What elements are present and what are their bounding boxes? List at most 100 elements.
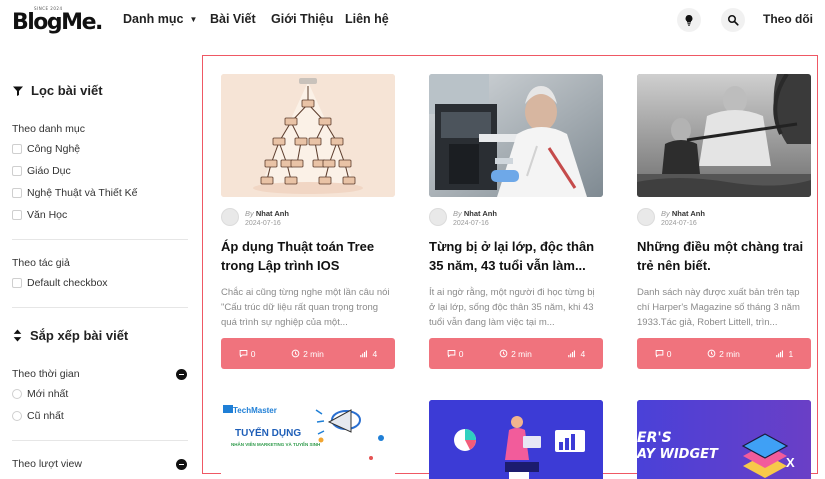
theme-toggle-button[interactable]: [677, 8, 701, 32]
sort-title: Sắp xếp bài viết: [12, 328, 128, 343]
collapse-minus-icon[interactable]: [176, 459, 187, 470]
category-label: Theo danh mục: [12, 123, 85, 135]
analytics-illustration: [429, 400, 603, 479]
recruitment-banner: TechMaster TUYỂN DỤNG NHÂN VIÊN MARKETIN…: [221, 400, 395, 479]
radio-button[interactable]: [12, 389, 22, 399]
post-byline: By Nhat Anh: [245, 209, 289, 218]
byline-prefix: By: [453, 209, 462, 218]
author-label: Theo tác giả: [12, 257, 70, 269]
widget-banner: ER'S AY WIDGET: [637, 400, 811, 479]
view-count-value: 4: [580, 348, 586, 359]
view-count: 4: [567, 349, 585, 359]
comment-count-value: 0: [250, 348, 256, 359]
checkbox-label: Default checkbox: [27, 277, 108, 289]
filter-icon: [12, 85, 24, 97]
lightbulb-icon: [685, 15, 693, 26]
chevron-down-icon: ▼: [189, 15, 198, 24]
comment-icon: [239, 350, 248, 358]
post-excerpt: Ít ai ngờ rằng, một người đi học từng bị…: [429, 287, 595, 328]
time-label: Theo thời gian: [12, 368, 80, 380]
banner-subheading: NHÂN VIÊN MARKETING VÀ TUYỂN SINH: [231, 440, 320, 447]
author-avatar[interactable]: [429, 208, 447, 226]
read-time: 2 min: [291, 349, 324, 359]
category-checkbox[interactable]: Giáo Dục: [12, 165, 71, 177]
signal-bars-icon: [568, 350, 576, 358]
filter-title-text: Lọc bài viết: [31, 83, 103, 98]
post-title[interactable]: Từng bị ở lại lớp, độc thân 35 năm, 43 t…: [429, 237, 603, 275]
view-count-value: 1: [788, 348, 794, 359]
time-radio[interactable]: Cũ nhất: [12, 410, 64, 422]
comment-count: 0: [447, 349, 464, 359]
nav-item-categories[interactable]: Danh mục ▼: [123, 12, 197, 26]
post-thumbnail[interactable]: [221, 74, 395, 197]
logo-text: BlogMe.: [12, 10, 103, 35]
nav-item-label: Liên hệ: [345, 12, 389, 26]
nav-item-about[interactable]: Giới Thiệu: [271, 12, 333, 26]
post-thumbnail[interactable]: [637, 74, 811, 197]
comment-icon: [447, 350, 456, 358]
post-excerpt: Chắc ai cũng từng nghe một lần câu nói "…: [221, 287, 390, 328]
author-name[interactable]: Nhat Anh: [672, 209, 705, 218]
post-thumbnail[interactable]: [429, 74, 603, 197]
author-avatar[interactable]: [221, 208, 239, 226]
read-time-value: 2 min: [303, 348, 324, 359]
checkbox[interactable]: [12, 210, 22, 220]
clock-icon: [291, 349, 300, 358]
follow-button[interactable]: Theo dõi: [763, 12, 813, 26]
read-time: 2 min: [499, 349, 532, 359]
banner-heading: ER'S: [637, 430, 672, 446]
vintage-hunting-photo: [637, 74, 811, 197]
post-title[interactable]: Những điều một chàng trai trẻ nên biết.: [637, 237, 811, 275]
author-avatar[interactable]: [637, 208, 655, 226]
category-checkbox[interactable]: Văn Học: [12, 209, 67, 221]
checkbox[interactable]: [12, 144, 22, 154]
read-time-value: 2 min: [511, 348, 532, 359]
nav-item-contact[interactable]: Liên hệ: [345, 12, 389, 26]
post-date: 2024-07-16: [661, 220, 697, 227]
radio-button[interactable]: [12, 411, 22, 421]
post-byline: By Nhat Anh: [453, 209, 497, 218]
sort-title-text: Sắp xếp bài viết: [30, 328, 129, 343]
category-checkbox[interactable]: Công Nghệ: [12, 143, 80, 155]
site-logo[interactable]: SINCE 2024 BlogMe.: [12, 6, 103, 35]
view-count: 4: [359, 349, 377, 359]
comment-count-value: 0: [666, 348, 672, 359]
checkbox[interactable]: [12, 278, 22, 288]
byline-prefix: By: [661, 209, 670, 218]
nav-item-label: Giới Thiệu: [271, 12, 334, 26]
checkbox-label: Văn Học: [27, 209, 68, 221]
banner-brand: TechMaster: [233, 406, 277, 415]
post-thumbnail[interactable]: TechMaster TUYỂN DỤNG NHÂN VIÊN MARKETIN…: [221, 400, 395, 479]
comment-count: 0: [239, 349, 256, 359]
post-thumbnail[interactable]: ER'S AY WIDGET: [637, 400, 811, 479]
checkbox-label: Giáo Dục: [27, 165, 71, 177]
author-checkbox[interactable]: Default checkbox: [12, 277, 108, 289]
post-byline: By Nhat Anh: [661, 209, 705, 218]
post-thumbnail[interactable]: [429, 400, 603, 479]
banner-heading: TUYỂN DỤNG: [235, 426, 301, 439]
category-checkbox[interactable]: Nghệ Thuật và Thiết Kế: [12, 187, 138, 199]
author-name[interactable]: Nhat Anh: [464, 209, 497, 218]
checkbox-label: Công Nghệ: [27, 143, 81, 155]
collapse-minus-icon[interactable]: [176, 369, 187, 380]
time-radio[interactable]: Mới nhất: [12, 388, 68, 400]
post-excerpt: Danh sách này được xuất bản trên tạp chí…: [637, 287, 800, 328]
radio-label: Mới nhất: [27, 388, 69, 400]
signal-bars-icon: [360, 350, 368, 358]
divider: [12, 239, 188, 240]
post-stats-bar: 0 2 min 1: [637, 338, 811, 369]
post-title[interactable]: Áp dụng Thuật toán Tree trong Lập trình …: [221, 237, 395, 275]
nav-item-posts[interactable]: Bài Viết: [210, 12, 256, 26]
read-time-value: 2 min: [719, 348, 740, 359]
close-icon[interactable]: X: [786, 455, 795, 470]
divider: [12, 307, 188, 308]
checkbox[interactable]: [12, 188, 22, 198]
search-icon: [728, 15, 739, 26]
signal-bars-icon: [776, 350, 784, 358]
sort-icon: [12, 329, 23, 342]
checkbox[interactable]: [12, 166, 22, 176]
divider: [12, 440, 188, 441]
search-button[interactable]: [721, 8, 745, 32]
post-date: 2024-07-16: [453, 220, 489, 227]
author-name[interactable]: Nhat Anh: [256, 209, 289, 218]
